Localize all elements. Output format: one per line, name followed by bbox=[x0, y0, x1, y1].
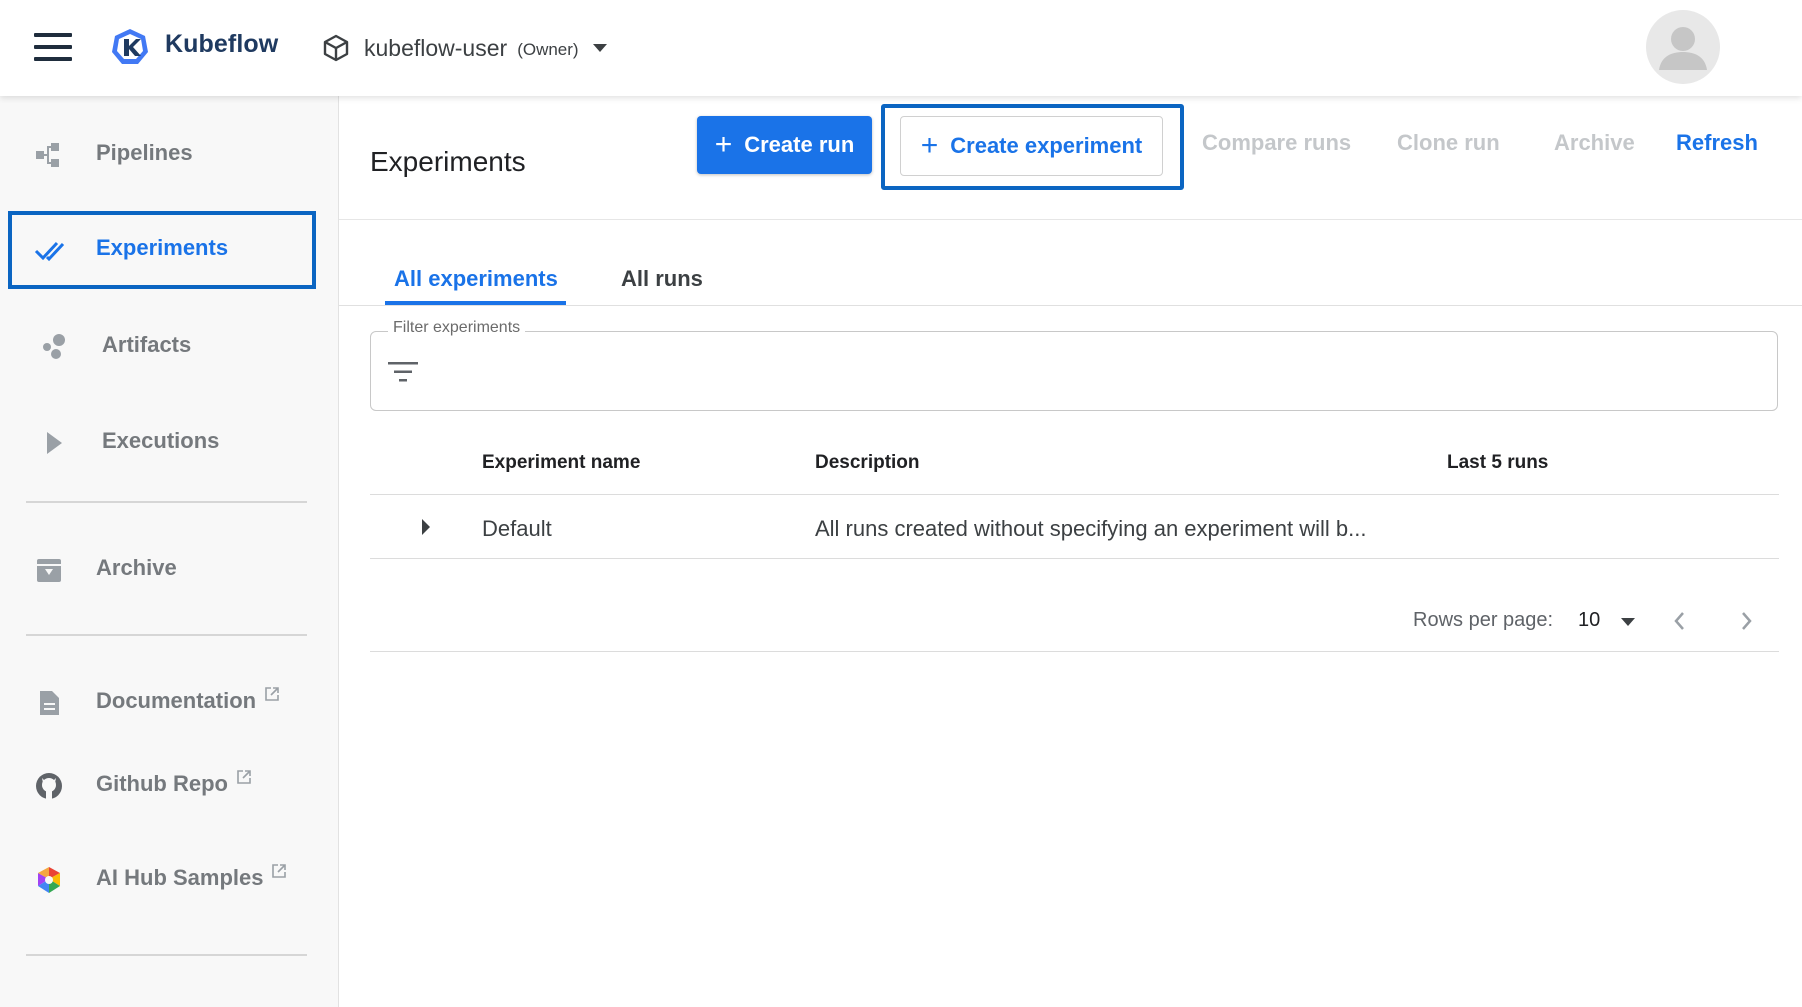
sidebar-item-label: Github Repo bbox=[96, 771, 228, 796]
compare-runs-button[interactable]: Compare runs bbox=[1202, 130, 1351, 156]
play-icon bbox=[47, 432, 62, 454]
table-cell-description: All runs created without specifying an e… bbox=[815, 516, 1367, 541]
sidebar-item-label: Artifacts bbox=[102, 332, 192, 357]
document-icon bbox=[40, 691, 59, 715]
table-footer-divider bbox=[370, 651, 1779, 652]
user-icon bbox=[1659, 27, 1707, 70]
create-run-button[interactable]: + Create run bbox=[697, 116, 872, 174]
create-experiment-button[interactable]: + Create experiment bbox=[900, 116, 1163, 176]
sidebar-item-pipelines[interactable]: Pipelines bbox=[10, 118, 314, 192]
tab-all-runs[interactable]: All runs bbox=[621, 266, 703, 292]
archive-icon bbox=[37, 559, 61, 582]
top-bar: Kubeflow kubeflow-user (Owner) bbox=[0, 0, 1802, 96]
sidebar-item-label: AI Hub Samples bbox=[96, 865, 264, 890]
external-link-icon bbox=[237, 770, 251, 784]
github-icon bbox=[36, 773, 62, 799]
tab-all-experiments[interactable]: All experiments bbox=[394, 266, 558, 292]
sidebar-item-documentation[interactable]: Documentation bbox=[10, 666, 314, 740]
sidebar-item-label-wrap: Documentation bbox=[96, 687, 280, 714]
chevron-right-icon[interactable] bbox=[1734, 608, 1758, 634]
table-cell-experiment-name[interactable]: Default bbox=[482, 516, 552, 542]
brand-name: Kubeflow bbox=[165, 30, 279, 58]
ai-hub-icon bbox=[38, 867, 60, 893]
pipelines-icon bbox=[36, 143, 59, 167]
expand-row-icon[interactable] bbox=[422, 519, 430, 535]
artifacts-icon bbox=[43, 334, 65, 359]
rows-per-page-label: Rows per page: bbox=[1413, 609, 1554, 631]
sidebar-item-label-wrap: AI Hub Samples bbox=[96, 864, 287, 891]
external-link-icon bbox=[265, 687, 279, 701]
sidebar-divider bbox=[26, 954, 307, 956]
filter-icon bbox=[388, 362, 418, 382]
sidebar-item-artifacts[interactable]: Artifacts bbox=[10, 310, 314, 384]
sidebar-item-label: Experiments bbox=[96, 235, 229, 260]
chevron-down-icon bbox=[592, 44, 607, 52]
tabs-divider bbox=[339, 305, 1802, 306]
sidebar-divider bbox=[26, 634, 307, 636]
create-experiment-label: Create experiment bbox=[950, 133, 1143, 158]
namespace-name: kubeflow-user bbox=[364, 34, 508, 61]
chevron-left-icon[interactable] bbox=[1668, 608, 1692, 634]
plus-icon: + bbox=[714, 128, 733, 161]
column-header-last-5-runs: Last 5 runs bbox=[1447, 452, 1549, 473]
chevron-down-icon[interactable] bbox=[1621, 618, 1635, 626]
rows-per-page-select[interactable]: 10 bbox=[1578, 609, 1600, 632]
sidebar-item-executions[interactable]: Executions bbox=[10, 406, 314, 480]
sidebar-item-ai-hub-samples[interactable]: AI Hub Samples bbox=[10, 843, 314, 917]
create-run-label: Create run bbox=[744, 132, 855, 157]
archive-button[interactable]: Archive bbox=[1554, 130, 1635, 156]
filter-label: Filter experiments bbox=[388, 319, 526, 337]
table-row-divider bbox=[370, 558, 1779, 559]
avatar[interactable] bbox=[1646, 10, 1720, 84]
menu-icon[interactable] bbox=[34, 33, 72, 61]
sidebar-item-label: Archive bbox=[96, 555, 177, 580]
namespace-selector[interactable]: kubeflow-user (Owner) bbox=[322, 30, 607, 66]
column-header-experiment-name[interactable]: Experiment name bbox=[482, 452, 640, 474]
clone-run-button[interactable]: Clone run bbox=[1397, 130, 1500, 156]
sidebar-item-label: Documentation bbox=[96, 688, 257, 713]
column-header-description[interactable]: Description bbox=[815, 452, 920, 474]
sidebar: Pipelines Experiments Artifacts Executio… bbox=[0, 96, 339, 1007]
sidebar-divider bbox=[26, 501, 307, 503]
sidebar-item-archive[interactable]: Archive bbox=[10, 533, 314, 607]
page-title: Experiments bbox=[370, 146, 526, 177]
sidebar-item-label: Executions bbox=[102, 428, 220, 453]
sidebar-item-experiments[interactable]: Experiments bbox=[8, 211, 316, 289]
kubeflow-logo-icon bbox=[112, 29, 148, 64]
external-link-icon bbox=[272, 864, 287, 878]
sidebar-item-github-repo[interactable]: Github Repo bbox=[10, 749, 314, 823]
sidebar-item-label: Pipelines bbox=[96, 140, 193, 165]
table-header-divider bbox=[370, 494, 1779, 495]
namespace-cube-icon bbox=[323, 34, 349, 62]
toolbar-divider bbox=[339, 219, 1802, 220]
plus-icon: + bbox=[920, 129, 939, 162]
refresh-button[interactable]: Refresh bbox=[1676, 130, 1758, 156]
filter-experiments-input[interactable] bbox=[370, 331, 1778, 411]
namespace-role: (Owner) bbox=[517, 40, 579, 59]
sidebar-item-label-wrap: Github Repo bbox=[96, 770, 252, 797]
experiments-checkmark-icon bbox=[34, 241, 64, 262]
